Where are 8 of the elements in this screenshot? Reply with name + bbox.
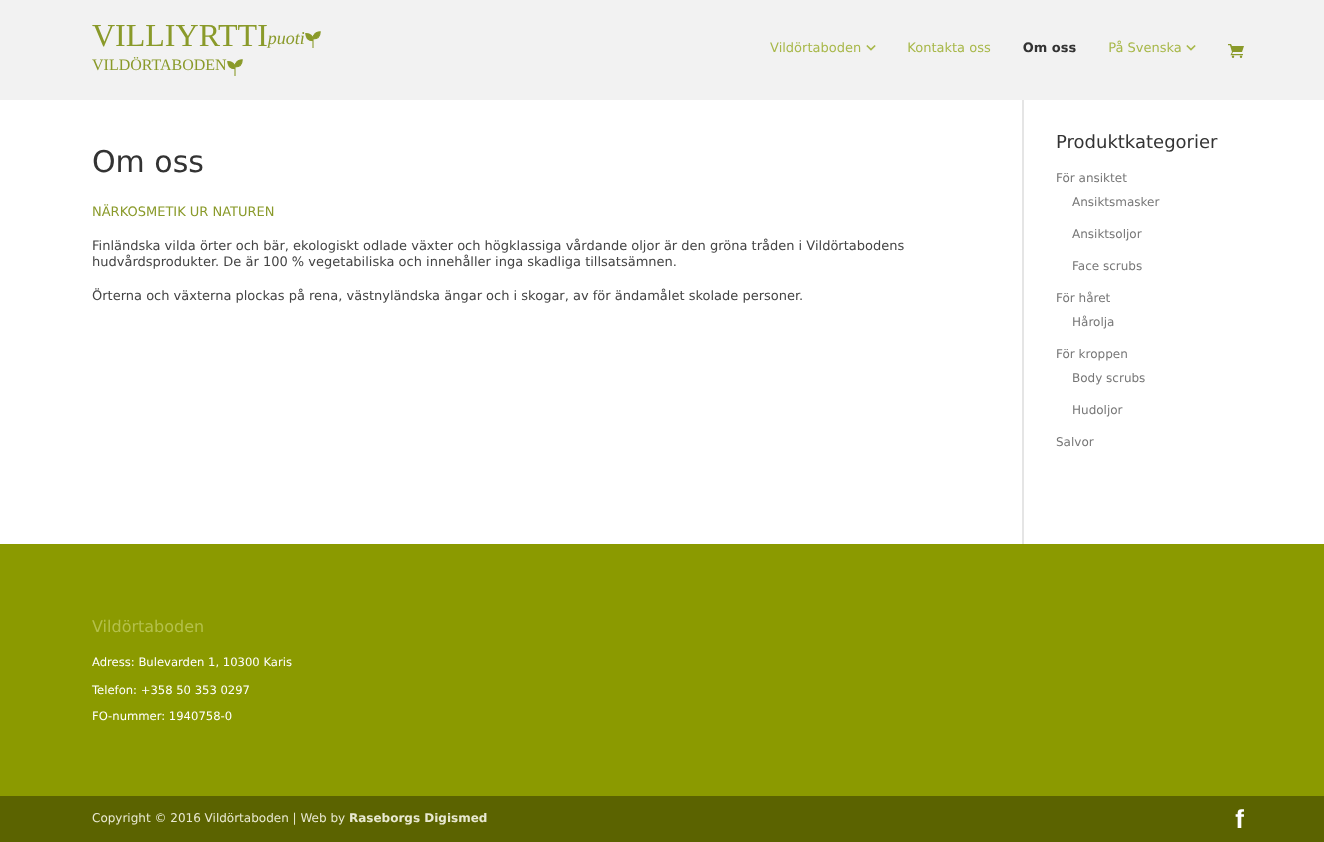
facebook-link[interactable]: f	[1235, 806, 1244, 832]
caret-icon	[1186, 44, 1196, 53]
logo[interactable]: VILLIYRTTIpuoti VILDÖRTABODEN	[92, 22, 323, 78]
caret-icon	[865, 44, 876, 53]
page-title: Om oss	[92, 144, 206, 180]
sidebar-title: Produktkategorier	[1056, 132, 1220, 158]
cart-icon[interactable]	[1228, 43, 1244, 57]
footer-title: Vildörtaboden	[92, 616, 207, 640]
